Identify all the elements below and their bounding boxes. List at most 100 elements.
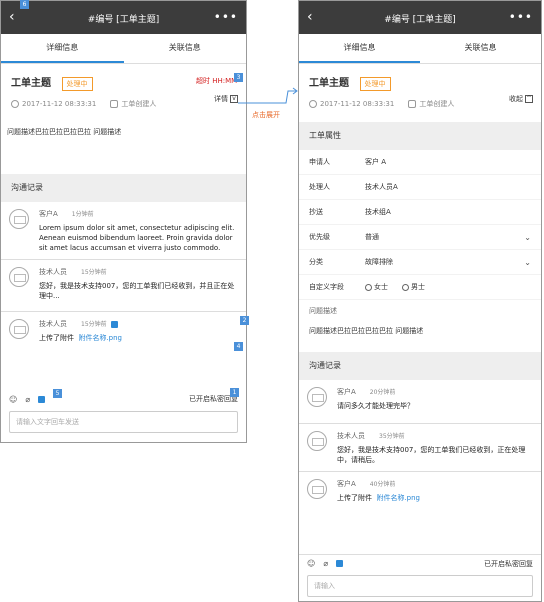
prop-value: 普通	[365, 233, 379, 241]
chevron-down-icon: v	[230, 95, 238, 103]
reply-toolbar: ☺ ⌀ 已开启私密回复	[1, 390, 246, 408]
radio-label: 女士	[374, 283, 388, 291]
reply-toolbar: ☺ ⌀ 已开启私密回复	[299, 554, 541, 572]
ticket-date: 2017-11-12 08:33:31	[22, 99, 97, 108]
prop-label: 抄送	[309, 208, 323, 216]
clock-icon	[309, 99, 317, 108]
private-reply-toggle[interactable]: 已开启私密回复	[484, 559, 533, 569]
list-item: 客户A 20分钟前 请问多久才能处理完毕？	[299, 380, 541, 424]
detail-toggle[interactable]: 详情 v	[214, 94, 238, 104]
msg-text: Lorem ipsum dolor sit amet, consectetur …	[39, 224, 235, 252]
ticket-date: 2017-11-12 08:33:31	[320, 99, 395, 108]
prop-value: 客户 A	[365, 158, 387, 166]
user-icon	[408, 99, 417, 108]
status-badge: 处理中	[359, 76, 391, 91]
prop-label: 自定义字段	[309, 283, 344, 291]
chevron-down-icon: ⌄	[524, 232, 531, 242]
tab-details[interactable]: 详细信息	[1, 34, 124, 63]
msg-name: 技术人员	[39, 320, 67, 328]
radio-female[interactable]: 女士	[365, 282, 388, 292]
lock-icon[interactable]	[38, 395, 46, 403]
category-select[interactable]: 分类 故障排除 ⌄	[299, 250, 541, 275]
emoji-icon[interactable]: ☺	[9, 395, 17, 404]
prop-row: 抄送 技术组A	[299, 200, 541, 225]
attachment-icon[interactable]: ⌀	[323, 559, 328, 568]
prop-label: 申请人	[309, 158, 330, 166]
list-item: 技术人员 35分钟前 您好，我是技术支持007，您的工单我们已经收到，正在处理中，…	[299, 424, 541, 472]
reply-input[interactable]: 请输入	[307, 575, 533, 597]
msg-text: 上传了附件	[337, 494, 372, 502]
msg-name: 技术人员	[39, 268, 67, 276]
tab-related[interactable]: 关联信息	[420, 34, 541, 63]
chevron-up-icon: ^	[525, 95, 533, 103]
msg-time: 15分钟前	[81, 269, 107, 276]
prop-value: 故障排除	[365, 258, 393, 266]
annotation-marker: 5	[53, 389, 62, 398]
annotation-marker: 2	[240, 316, 249, 325]
msg-name: 技术人员	[337, 432, 365, 440]
msg-time: 20分钟前	[369, 389, 396, 396]
desc-label: 问题描述	[309, 307, 337, 315]
expand-hint: 点击展开	[252, 111, 280, 119]
msg-name: 客户A	[337, 388, 356, 396]
radio-male[interactable]: 男士	[402, 282, 425, 292]
ticket-detail-collapsed: ‹ #编号 [工单主题] ••• 详细信息 关联信息 工单主题 处理中 2017…	[0, 0, 247, 443]
ticket-header: 工单主题 处理中 2017-11-12 08:33:31 工单创建人 收起 ^	[299, 64, 541, 118]
attachment-link[interactable]: 附件名称.png	[376, 494, 420, 502]
msg-name: 客户A	[337, 480, 356, 488]
prop-value: 技术组A	[365, 208, 391, 216]
tab-details[interactable]: 详细信息	[299, 34, 420, 63]
prop-row: 申请人 客户 A	[299, 150, 541, 175]
prop-label: 优先级	[309, 233, 330, 241]
props-section-title: 工单属性	[299, 122, 541, 150]
tab-bar: 详细信息 关联信息	[299, 34, 541, 64]
priority-select[interactable]: 优先级 普通 ⌄	[299, 225, 541, 250]
clock-icon	[11, 99, 19, 108]
ticket-subject: 工单主题	[11, 78, 51, 89]
emoji-icon[interactable]: ☺	[307, 559, 315, 568]
ticket-creator: 工单创建人	[419, 99, 455, 108]
radio-label: 男士	[411, 283, 425, 291]
collapse-label: 收起	[509, 95, 523, 103]
props-list: 申请人 客户 A 处理人 技术人员A 抄送 技术组A 优先级 普通 ⌄ 分类 故障排除 ⌄ 自…	[299, 150, 541, 342]
attachment-icon[interactable]: ⌀	[25, 395, 30, 404]
msg-time: 15分钟前	[81, 321, 107, 328]
tab-related[interactable]: 关联信息	[124, 34, 247, 63]
prop-row: 处理人 技术人员A	[299, 175, 541, 200]
status-badge: 处理中	[61, 76, 93, 91]
expand-arrow	[238, 87, 298, 104]
avatar	[307, 431, 327, 451]
page-title: #编号 [工单主题]	[87, 15, 160, 25]
ticket-header: 工单主题 处理中 2017-11-12 08:33:31 工单创建人 详情 v	[1, 64, 246, 119]
timeout-annotation: 超时 HH:MM	[196, 77, 238, 85]
detail-label: 详情	[214, 95, 228, 103]
ticket-description: 问题描述巴拉巴拉巴拉巴拉 问题描述	[7, 128, 122, 136]
reply-input[interactable]: 请输入文字回车发送	[9, 411, 238, 433]
msg-time: 40分钟前	[369, 481, 396, 488]
attachment-link[interactable]: 附件名称.png	[78, 334, 122, 342]
list-item: 技术人员 15分钟前 您好，我是技术支持007，您的工单我们已经收到，并且正在处理…	[1, 260, 246, 312]
prop-row: 自定义字段 女士 男士	[299, 275, 541, 300]
more-icon[interactable]: •••	[214, 10, 238, 24]
msg-time: 1分钟前	[71, 211, 94, 218]
more-icon[interactable]: •••	[509, 10, 533, 24]
msg-text: 您好，我是技术支持007，您的工单我们已经收到，并且正在处理中...	[39, 282, 235, 300]
msg-time: 35分钟前	[379, 433, 405, 440]
lock-icon[interactable]	[336, 560, 344, 567]
annotation-marker: 1	[230, 388, 239, 397]
avatar	[307, 387, 327, 407]
prop-label: 分类	[309, 258, 323, 266]
avatar	[307, 479, 327, 499]
lock-icon	[110, 320, 118, 328]
comm-section-title: 沟通记录	[1, 174, 246, 202]
collapse-toggle[interactable]: 收起 ^	[509, 94, 533, 104]
ticket-meta: 2017-11-12 08:33:31 工单创建人	[11, 99, 236, 109]
avatar	[9, 319, 29, 339]
annotation-marker: 3	[234, 73, 243, 82]
radio-icon	[402, 283, 409, 291]
annotation-marker: 4	[234, 342, 243, 351]
ticket-creator: 工单创建人	[121, 99, 157, 108]
ticket-meta: 2017-11-12 08:33:31 工单创建人	[309, 99, 531, 109]
user-icon	[110, 99, 119, 108]
radio-icon	[365, 283, 372, 291]
